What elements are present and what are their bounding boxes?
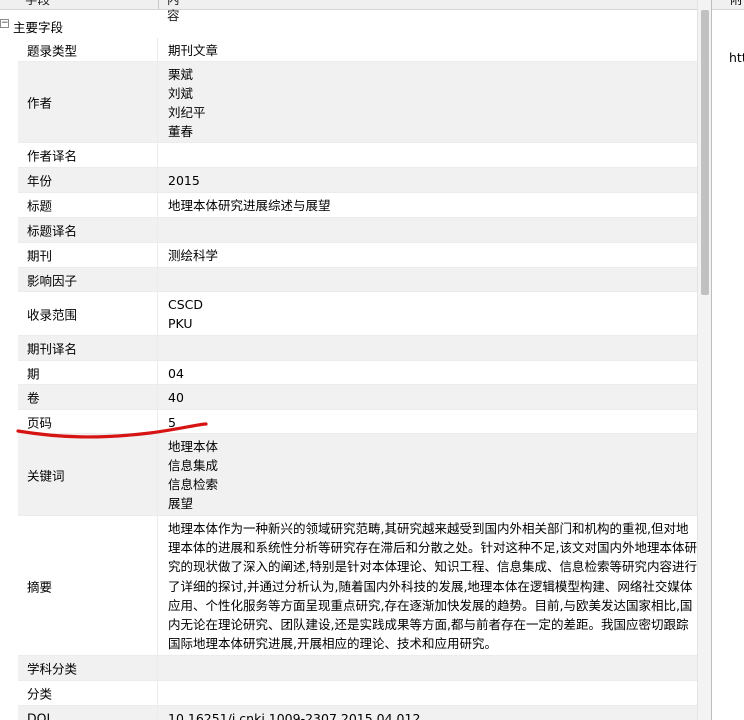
table-row[interactable]: 期刊 测绘科学: [18, 243, 711, 268]
field-value-cell[interactable]: 5: [168, 413, 697, 432]
table-row[interactable]: 作者译名: [18, 143, 711, 168]
field-name-cell: 收录范围: [18, 292, 158, 335]
field-value-line: 董春: [168, 124, 194, 139]
row-gutter: [0, 38, 18, 720]
field-name-label: 题录类型: [27, 43, 78, 58]
table-row[interactable]: 标题 地理本体研究进展综述与展望: [18, 193, 711, 218]
field-value-line: 信息集成: [168, 458, 219, 473]
field-table: 字段 内容 − 主要字段 题录类型 期刊文章作者 栗斌刘斌刘纪平董春作者译名年份 20…: [0, 0, 711, 720]
table-row[interactable]: 作者 栗斌刘斌刘纪平董春: [18, 62, 711, 143]
field-value-line: 信息检索: [168, 477, 219, 492]
group-label: 主要字段: [13, 20, 64, 35]
field-name-label: 关键词: [27, 468, 65, 483]
field-value-cell[interactable]: CSCD PKU: [168, 295, 697, 333]
field-name-label: 学科分类: [27, 661, 78, 677]
table-row[interactable]: 期 04: [18, 361, 711, 385]
field-name-cell: DOI: [18, 706, 158, 720]
side-panel-header-label: 附: [730, 0, 743, 8]
field-name-cell: 页码: [18, 410, 158, 433]
field-value-cell[interactable]: 栗斌 刘斌 刘纪平 董春: [168, 65, 697, 141]
field-name-cell: 影响因子: [18, 268, 158, 291]
field-name-cell: 题录类型: [18, 38, 158, 61]
table-row[interactable]: 摘要 地理本体作为一种新兴的领域研究范畴,其研究越来越受到国内外相关部门和机构的重…: [18, 516, 711, 656]
field-name-label: 期刊: [27, 248, 53, 264]
field-name-cell: 期刊译名: [18, 336, 158, 360]
table-row[interactable]: 分类: [18, 681, 711, 706]
field-value-cell[interactable]: 04: [168, 364, 697, 383]
field-name-cell: 标题译名: [18, 218, 158, 242]
field-value-line: 期刊文章: [168, 43, 219, 58]
field-value-cell[interactable]: 地理本体信息集成信息检索展望: [168, 437, 697, 513]
table-row[interactable]: 页码 5: [18, 410, 711, 434]
field-value-line: 2015: [168, 173, 200, 188]
field-value-cell[interactable]: 地理本体研究进展综述与展望: [168, 196, 697, 215]
field-value-line: 地理本体研究进展综述与展望: [168, 198, 331, 213]
field-value-cell[interactable]: 地理本体作为一种新兴的领域研究范畴,其研究越来越受到国内外相关部门和机构的重视,…: [168, 519, 697, 653]
field-name-cell: 期刊: [18, 243, 158, 267]
column-header-field-label: 字段: [25, 0, 50, 8]
field-name-cell: 关键词: [18, 434, 158, 515]
field-name-label: 作者: [27, 95, 53, 111]
scrollbar-thumb[interactable]: [701, 10, 709, 295]
field-name-label: 分类: [27, 686, 53, 702]
field-name-label: 页码: [27, 415, 53, 430]
field-value-cell[interactable]: 10.16251/j.cnki.1009-2307.2015.04.012: [168, 709, 697, 720]
table-row[interactable]: DOI 10.16251/j.cnki.1009-2307.2015.04.012: [18, 706, 711, 720]
field-name-label: 收录范围: [27, 307, 78, 322]
field-value-line: 展望: [168, 496, 194, 511]
table-row[interactable]: 学科分类: [18, 656, 711, 681]
field-name-label: 标题: [27, 198, 53, 214]
table-header: 字段 内容: [0, 0, 711, 23]
field-name-cell: 年份: [18, 168, 158, 192]
table-row[interactable]: 收录范围 CSCD PKU: [18, 292, 711, 336]
field-name-label: DOI: [27, 710, 51, 720]
field-name-cell: 作者: [18, 62, 158, 142]
field-value-cell[interactable]: 期刊文章: [168, 41, 697, 60]
field-value-cell[interactable]: 测绘科学: [168, 246, 697, 265]
field-name-label: 作者译名: [27, 148, 78, 164]
side-panel-link-text[interactable]: htt: [729, 50, 744, 65]
field-name-label: 年份: [27, 173, 53, 189]
table-row[interactable]: 题录类型 期刊文章: [18, 38, 711, 62]
table-row[interactable]: 期刊译名: [18, 336, 711, 361]
field-value-line: 地理本体: [168, 439, 219, 454]
field-name-label: 标题译名: [27, 223, 78, 239]
field-value-line: CSCD: [168, 297, 204, 312]
field-name-label: 期刊译名: [27, 341, 78, 357]
table-row[interactable]: 影响因子: [18, 268, 711, 292]
field-name-cell: 摘要: [18, 516, 158, 655]
side-panel: 附 htt: [711, 0, 744, 720]
table-row[interactable]: 标题译名: [18, 218, 711, 243]
field-value-line: 5: [168, 415, 176, 430]
field-name-cell: 学科分类: [18, 656, 158, 680]
field-name-label: 摘要: [27, 579, 53, 594]
field-value-line: 测绘科学: [168, 248, 219, 263]
field-name-cell: 期: [18, 361, 158, 384]
column-header-field[interactable]: 字段: [24, 0, 159, 9]
field-value-line: 40: [168, 390, 184, 405]
field-name-cell: 标题: [18, 193, 158, 217]
vertical-scrollbar[interactable]: [697, 0, 711, 720]
field-name-cell: 作者译名: [18, 143, 158, 167]
field-name-label: 卷: [27, 390, 40, 406]
field-value-line: PKU: [168, 316, 193, 331]
field-name-cell: 分类: [18, 681, 158, 705]
field-value-cell[interactable]: 40: [168, 388, 697, 407]
field-value-line: 刘斌: [168, 86, 194, 101]
side-panel-header: 附: [712, 0, 744, 10]
table-row[interactable]: 年份 2015: [18, 168, 711, 193]
table-row[interactable]: 卷 40: [18, 385, 711, 410]
field-name-label: 影响因子: [27, 273, 78, 288]
collapse-icon[interactable]: −: [0, 19, 9, 28]
field-value-line: 04: [168, 366, 184, 381]
table-row[interactable]: 关键词 地理本体信息集成信息检索展望: [18, 434, 711, 516]
group-main-fields[interactable]: − 主要字段: [0, 12, 711, 38]
field-value-line: 刘纪平: [168, 105, 206, 120]
field-name-cell: 卷: [18, 385, 158, 409]
field-name-label: 期: [27, 366, 40, 381]
field-value-line: 10.16251/j.cnki.1009-2307.2015.04.012: [168, 711, 421, 720]
field-value-cell[interactable]: 2015: [168, 171, 697, 190]
field-value-line: 栗斌: [168, 67, 194, 82]
